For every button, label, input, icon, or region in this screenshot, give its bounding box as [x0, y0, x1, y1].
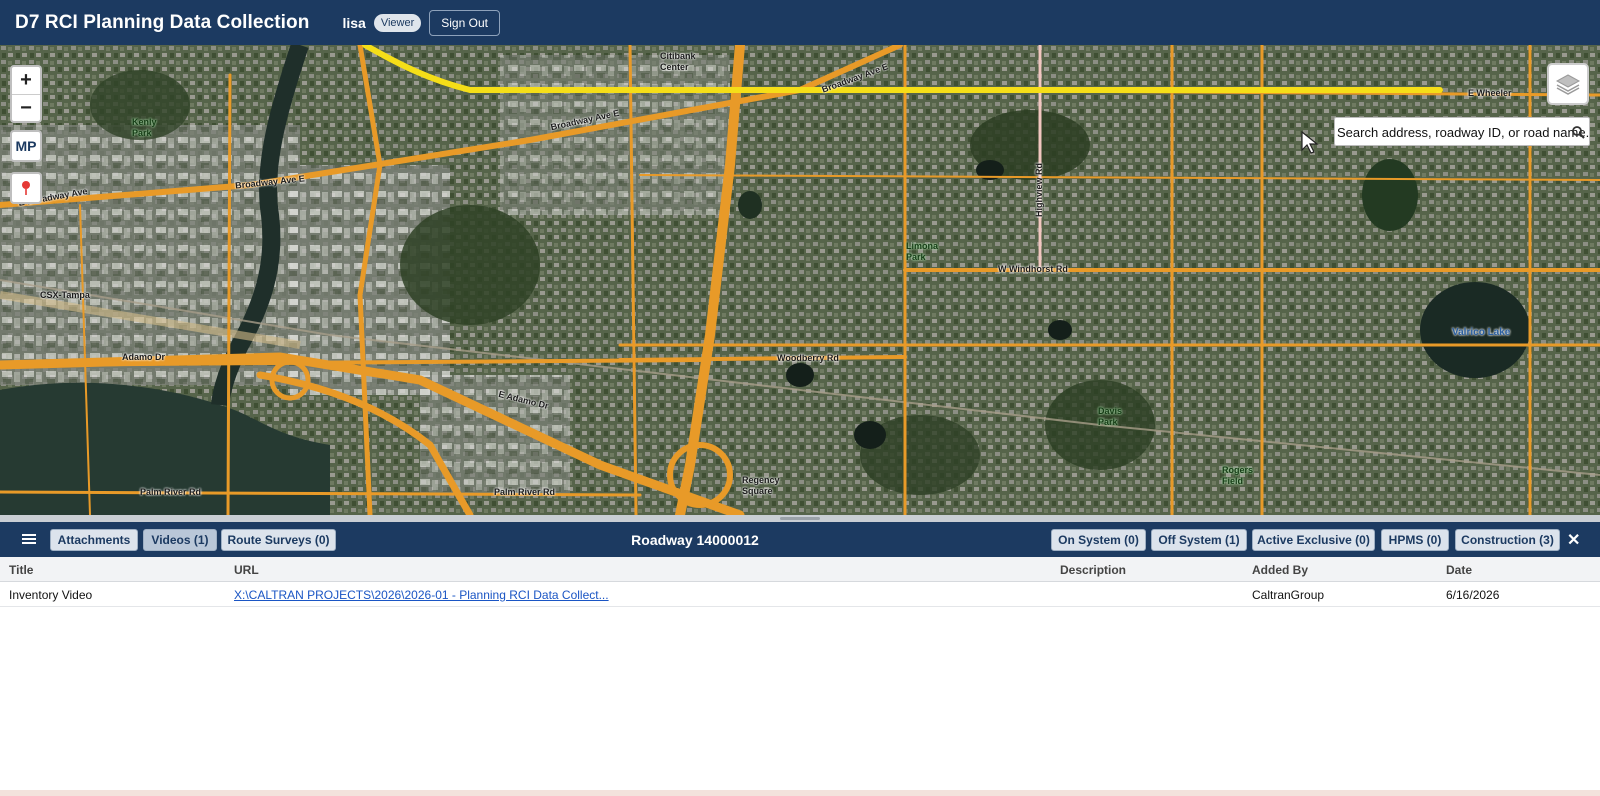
map-search-input[interactable]: [1335, 118, 1589, 145]
satellite-map-imagery: [0, 45, 1600, 515]
column-header-added-by[interactable]: Added By: [1252, 563, 1308, 577]
tab-route-surveys[interactable]: Route Surveys (0): [221, 529, 336, 551]
map-label-valrico-lake: Valrico Lake: [1452, 327, 1511, 338]
search-icon[interactable]: [1571, 125, 1585, 139]
zoom-control: + −: [10, 65, 42, 123]
user-name: lisa: [342, 14, 366, 31]
map-label-highview-rd: Highview Rd: [1034, 162, 1045, 218]
bottom-edge: [0, 790, 1600, 796]
layers-icon: [1555, 74, 1581, 95]
map-label-regency-square: Regency Square: [742, 475, 780, 496]
cell-date: 6/16/2026: [1446, 588, 1500, 602]
close-panel-icon[interactable]: ✕: [1567, 530, 1580, 550]
layers-button[interactable]: [1547, 63, 1589, 105]
column-header-date[interactable]: Date: [1446, 563, 1472, 577]
app-header: D7 RCI Planning Data Collection lisa Vie…: [0, 0, 1600, 45]
app-title: D7 RCI Planning Data Collection: [15, 11, 310, 33]
tab-attachments[interactable]: Attachments: [50, 529, 138, 551]
tab-construction[interactable]: Construction (3): [1455, 529, 1560, 551]
column-header-url[interactable]: URL: [234, 563, 259, 577]
cell-title: Inventory Video: [9, 588, 93, 602]
map-label-rogers-field: Rogers Field: [1222, 465, 1254, 486]
role-badge: Viewer: [373, 13, 422, 32]
column-header-description[interactable]: Description: [1060, 563, 1126, 577]
map-view[interactable]: Citibank Center Kenly Park Broadway Ave E …: [0, 45, 1600, 515]
cell-url-link[interactable]: X:\CALTRAN PROJECTS\2026\2026-01 - Plann…: [234, 588, 609, 602]
panel-title: Roadway 14000012: [631, 531, 759, 548]
drop-pin-button[interactable]: [10, 172, 42, 204]
zoom-in-button[interactable]: +: [12, 67, 40, 94]
zoom-out-button[interactable]: −: [12, 94, 40, 121]
cell-added-by: CaltranGroup: [1252, 588, 1325, 602]
column-header-title[interactable]: Title: [9, 563, 33, 577]
details-panel-toolbar: Attachments Videos (1) Route Surveys (0)…: [0, 522, 1600, 557]
map-label-woodberry-rd: Woodberry Rd: [777, 353, 839, 363]
mp-button[interactable]: MP: [10, 130, 42, 162]
map-search-box: [1334, 117, 1590, 146]
tab-on-system[interactable]: On System (0): [1051, 529, 1146, 551]
map-label-limona-park: Limona Park: [906, 241, 939, 262]
table-header-row: Title URL Description Added By Date: [0, 557, 1600, 582]
map-label-adamo-dr: Adamo Dr: [122, 352, 166, 362]
mouse-cursor-icon: [1301, 130, 1319, 154]
panel-resize-handle[interactable]: [0, 515, 1600, 522]
map-label-citibank: Citibank Center: [660, 51, 696, 72]
resize-grip: [780, 517, 820, 520]
map-label-palm-river-1: Palm River Rd: [140, 487, 202, 497]
tab-off-system[interactable]: Off System (1): [1151, 529, 1247, 551]
tab-hpms[interactable]: HPMS (0): [1381, 529, 1449, 551]
hamburger-menu-icon[interactable]: [22, 533, 36, 545]
tab-active-exclusive[interactable]: Active Exclusive (0): [1252, 529, 1375, 551]
table-row[interactable]: Inventory Video X:\CALTRAN PROJECTS\2026…: [0, 582, 1600, 607]
videos-table: Title URL Description Added By Date Inve…: [0, 557, 1600, 607]
map-label-windhorst-rd: W Windhorst Rd: [998, 264, 1068, 274]
tab-videos[interactable]: Videos (1): [143, 529, 217, 551]
map-label-davis-park: Davis Park: [1098, 406, 1123, 427]
map-pin-icon: [22, 181, 30, 195]
map-label-palm-river-2: Palm River Rd: [494, 487, 556, 497]
map-label-kenly-park: Kenly Park: [132, 117, 157, 138]
map-label-e-wheeler: E Wheeler: [1468, 88, 1512, 98]
map-label-csx-tampa: CSX-Tampa: [40, 290, 90, 300]
sign-out-button[interactable]: Sign Out: [429, 9, 500, 36]
